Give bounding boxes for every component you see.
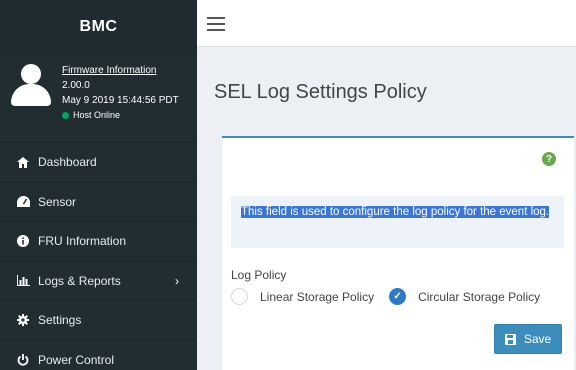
info-circle-icon	[16, 234, 30, 248]
avatar-icon	[11, 64, 51, 108]
sidebar-item-sensor[interactable]: Sensor	[0, 181, 197, 222]
sidebar-item-logs-reports[interactable]: Logs & Reports ›	[0, 260, 197, 301]
info-description: This field is used to configure the log …	[231, 196, 564, 248]
log-policy-panel: ? This field is used to configure the lo…	[222, 136, 574, 370]
page-title: SEL Log Settings Policy	[214, 81, 427, 103]
top-header	[197, 0, 576, 47]
chevron-right-icon: ›	[175, 273, 179, 288]
sidebar: BMC Firmware Information 2.00.0 May 9 20…	[0, 0, 197, 370]
sidebar-item-label: Power Control	[38, 352, 115, 367]
firmware-information-link[interactable]: Firmware Information	[62, 63, 179, 78]
sidebar-item-fru-information[interactable]: FRU Information	[0, 221, 197, 261]
bar-chart-icon	[16, 274, 30, 288]
firmware-info: Firmware Information 2.00.0 May 9 2019 1…	[62, 63, 179, 123]
user-panel: Firmware Information 2.00.0 May 9 2019 1…	[0, 54, 197, 138]
host-status: Host Online	[62, 108, 179, 123]
sidebar-item-label: Sensor	[38, 194, 77, 209]
sidebar-item-label: Logs & Reports	[38, 273, 121, 288]
help-icon[interactable]: ?	[542, 152, 556, 166]
sidebar-item-label: Settings	[38, 313, 82, 328]
linear-storage-radio[interactable]	[231, 288, 248, 305]
log-policy-options: Linear Storage Policy ✓ Circular Storage…	[231, 288, 555, 305]
sidebar-item-label: Dashboard	[38, 155, 97, 170]
sidebar-item-label: FRU Information	[38, 234, 127, 249]
circular-storage-radio[interactable]: ✓	[389, 288, 407, 305]
home-icon	[16, 155, 30, 169]
log-policy-label: Log Policy	[231, 268, 287, 282]
brand-logo[interactable]: BMC	[0, 0, 197, 54]
circular-storage-label[interactable]: Circular Storage Policy	[418, 290, 540, 304]
sidebar-item-settings[interactable]: Settings	[0, 300, 197, 340]
firmware-build-date: May 9 2019 15:44:56 PDT	[62, 95, 179, 106]
gear-icon	[16, 313, 30, 327]
floppy-disk-icon	[504, 333, 516, 345]
power-icon	[16, 353, 30, 367]
sidebar-menu: Dashboard Sensor FRU Information Logs & …	[0, 142, 197, 370]
sidebar-item-dashboard[interactable]: Dashboard	[0, 142, 197, 182]
save-button-label: Save	[523, 332, 552, 346]
save-button[interactable]: Save	[494, 324, 562, 354]
host-status-text: Host Online	[73, 110, 121, 120]
sidebar-item-power-control[interactable]: Power Control	[0, 339, 197, 370]
dashboard-gauge-icon	[16, 195, 30, 209]
menu-toggle-icon[interactable]	[207, 17, 225, 31]
linear-storage-label[interactable]: Linear Storage Policy	[260, 290, 374, 304]
info-text: This field is used to configure the log …	[241, 206, 550, 218]
status-dot-icon	[62, 112, 69, 119]
firmware-version: 2.00.0	[62, 80, 90, 91]
